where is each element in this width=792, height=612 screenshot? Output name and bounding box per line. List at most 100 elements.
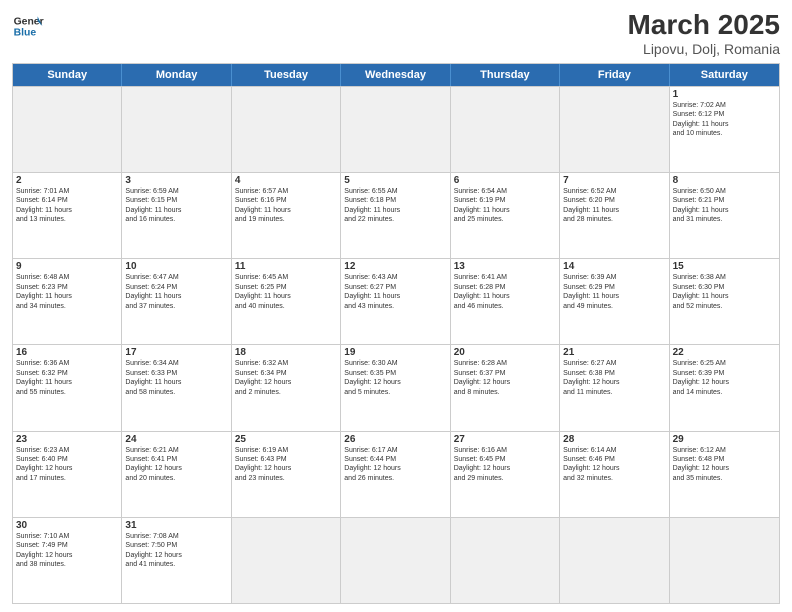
day-info: Sunrise: 6:45 AM Sunset: 6:25 PM Dayligh… (235, 273, 337, 311)
day-number: 29 (673, 434, 776, 445)
day-info: Sunrise: 6:32 AM Sunset: 6:34 PM Dayligh… (235, 359, 337, 397)
day-info: Sunrise: 6:57 AM Sunset: 6:16 PM Dayligh… (235, 187, 337, 225)
cal-cell: 21Sunrise: 6:27 AM Sunset: 6:38 PM Dayli… (560, 345, 669, 430)
cal-cell: 20Sunrise: 6:28 AM Sunset: 6:37 PM Dayli… (451, 345, 560, 430)
day-info: Sunrise: 6:23 AM Sunset: 6:40 PM Dayligh… (16, 446, 118, 484)
day-number: 3 (125, 175, 227, 186)
cal-cell: 27Sunrise: 6:16 AM Sunset: 6:45 PM Dayli… (451, 432, 560, 517)
day-number: 4 (235, 175, 337, 186)
day-number: 26 (344, 434, 446, 445)
week-row-2: 2Sunrise: 7:01 AM Sunset: 6:14 PM Daylig… (13, 172, 779, 258)
cal-cell: 26Sunrise: 6:17 AM Sunset: 6:44 PM Dayli… (341, 432, 450, 517)
header-day-thursday: Thursday (451, 64, 560, 86)
day-info: Sunrise: 6:30 AM Sunset: 6:35 PM Dayligh… (344, 359, 446, 397)
header: General Blue March 2025 Lipovu, Dolj, Ro… (12, 10, 780, 57)
day-number: 12 (344, 261, 446, 272)
day-number: 30 (16, 520, 118, 531)
day-number: 9 (16, 261, 118, 272)
cal-cell: 23Sunrise: 6:23 AM Sunset: 6:40 PM Dayli… (13, 432, 122, 517)
cal-cell: 22Sunrise: 6:25 AM Sunset: 6:39 PM Dayli… (670, 345, 779, 430)
day-info: Sunrise: 6:14 AM Sunset: 6:46 PM Dayligh… (563, 446, 665, 484)
day-info: Sunrise: 6:16 AM Sunset: 6:45 PM Dayligh… (454, 446, 556, 484)
day-number: 6 (454, 175, 556, 186)
cal-cell: 9Sunrise: 6:48 AM Sunset: 6:23 PM Daylig… (13, 259, 122, 344)
week-row-6: 30Sunrise: 7:10 AM Sunset: 7:49 PM Dayli… (13, 517, 779, 603)
day-number: 23 (16, 434, 118, 445)
week-row-1: 1Sunrise: 7:02 AM Sunset: 6:12 PM Daylig… (13, 86, 779, 172)
cal-cell (122, 87, 231, 172)
day-number: 28 (563, 434, 665, 445)
cal-cell: 16Sunrise: 6:36 AM Sunset: 6:32 PM Dayli… (13, 345, 122, 430)
day-info: Sunrise: 7:01 AM Sunset: 6:14 PM Dayligh… (16, 187, 118, 225)
day-info: Sunrise: 6:48 AM Sunset: 6:23 PM Dayligh… (16, 273, 118, 311)
day-number: 10 (125, 261, 227, 272)
cal-cell: 14Sunrise: 6:39 AM Sunset: 6:29 PM Dayli… (560, 259, 669, 344)
cal-cell: 11Sunrise: 6:45 AM Sunset: 6:25 PM Dayli… (232, 259, 341, 344)
day-number: 17 (125, 347, 227, 358)
day-number: 5 (344, 175, 446, 186)
header-day-wednesday: Wednesday (341, 64, 450, 86)
day-number: 8 (673, 175, 776, 186)
day-info: Sunrise: 6:12 AM Sunset: 6:48 PM Dayligh… (673, 446, 776, 484)
calendar-header: SundayMondayTuesdayWednesdayThursdayFrid… (13, 64, 779, 86)
day-info: Sunrise: 6:52 AM Sunset: 6:20 PM Dayligh… (563, 187, 665, 225)
cal-cell: 31Sunrise: 7:08 AM Sunset: 7:50 PM Dayli… (122, 518, 231, 603)
day-info: Sunrise: 7:02 AM Sunset: 6:12 PM Dayligh… (673, 101, 776, 139)
day-info: Sunrise: 6:47 AM Sunset: 6:24 PM Dayligh… (125, 273, 227, 311)
logo: General Blue (12, 10, 44, 42)
svg-text:Blue: Blue (14, 28, 37, 39)
cal-cell: 13Sunrise: 6:41 AM Sunset: 6:28 PM Dayli… (451, 259, 560, 344)
week-row-4: 16Sunrise: 6:36 AM Sunset: 6:32 PM Dayli… (13, 344, 779, 430)
day-number: 31 (125, 520, 227, 531)
cal-cell (232, 518, 341, 603)
day-number: 18 (235, 347, 337, 358)
day-number: 25 (235, 434, 337, 445)
cal-cell (560, 87, 669, 172)
month-title: March 2025 (627, 10, 780, 41)
cal-cell: 15Sunrise: 6:38 AM Sunset: 6:30 PM Dayli… (670, 259, 779, 344)
header-day-saturday: Saturday (670, 64, 779, 86)
day-info: Sunrise: 6:28 AM Sunset: 6:37 PM Dayligh… (454, 359, 556, 397)
cal-cell: 2Sunrise: 7:01 AM Sunset: 6:14 PM Daylig… (13, 173, 122, 258)
day-number: 14 (563, 261, 665, 272)
day-number: 27 (454, 434, 556, 445)
page: General Blue March 2025 Lipovu, Dolj, Ro… (0, 0, 792, 612)
header-day-tuesday: Tuesday (232, 64, 341, 86)
day-info: Sunrise: 6:39 AM Sunset: 6:29 PM Dayligh… (563, 273, 665, 311)
cal-cell: 18Sunrise: 6:32 AM Sunset: 6:34 PM Dayli… (232, 345, 341, 430)
cal-cell: 25Sunrise: 6:19 AM Sunset: 6:43 PM Dayli… (232, 432, 341, 517)
cal-cell: 19Sunrise: 6:30 AM Sunset: 6:35 PM Dayli… (341, 345, 450, 430)
day-info: Sunrise: 6:27 AM Sunset: 6:38 PM Dayligh… (563, 359, 665, 397)
day-info: Sunrise: 6:38 AM Sunset: 6:30 PM Dayligh… (673, 273, 776, 311)
header-day-monday: Monday (122, 64, 231, 86)
day-number: 13 (454, 261, 556, 272)
subtitle: Lipovu, Dolj, Romania (627, 41, 780, 57)
header-day-sunday: Sunday (13, 64, 122, 86)
day-info: Sunrise: 6:59 AM Sunset: 6:15 PM Dayligh… (125, 187, 227, 225)
day-number: 11 (235, 261, 337, 272)
cal-cell: 8Sunrise: 6:50 AM Sunset: 6:21 PM Daylig… (670, 173, 779, 258)
cal-cell: 6Sunrise: 6:54 AM Sunset: 6:19 PM Daylig… (451, 173, 560, 258)
cal-cell: 5Sunrise: 6:55 AM Sunset: 6:18 PM Daylig… (341, 173, 450, 258)
header-day-friday: Friday (560, 64, 669, 86)
week-row-3: 9Sunrise: 6:48 AM Sunset: 6:23 PM Daylig… (13, 258, 779, 344)
logo-icon: General Blue (12, 10, 44, 42)
day-info: Sunrise: 6:34 AM Sunset: 6:33 PM Dayligh… (125, 359, 227, 397)
day-info: Sunrise: 6:25 AM Sunset: 6:39 PM Dayligh… (673, 359, 776, 397)
cal-cell: 30Sunrise: 7:10 AM Sunset: 7:49 PM Dayli… (13, 518, 122, 603)
day-number: 7 (563, 175, 665, 186)
title-block: March 2025 Lipovu, Dolj, Romania (627, 10, 780, 57)
day-info: Sunrise: 6:21 AM Sunset: 6:41 PM Dayligh… (125, 446, 227, 484)
cal-cell: 24Sunrise: 6:21 AM Sunset: 6:41 PM Dayli… (122, 432, 231, 517)
cal-cell: 28Sunrise: 6:14 AM Sunset: 6:46 PM Dayli… (560, 432, 669, 517)
cal-cell (451, 87, 560, 172)
cal-cell (451, 518, 560, 603)
cal-cell: 29Sunrise: 6:12 AM Sunset: 6:48 PM Dayli… (670, 432, 779, 517)
day-number: 2 (16, 175, 118, 186)
cal-cell: 7Sunrise: 6:52 AM Sunset: 6:20 PM Daylig… (560, 173, 669, 258)
day-info: Sunrise: 7:08 AM Sunset: 7:50 PM Dayligh… (125, 532, 227, 570)
week-row-5: 23Sunrise: 6:23 AM Sunset: 6:40 PM Dayli… (13, 431, 779, 517)
day-number: 24 (125, 434, 227, 445)
cal-cell (341, 518, 450, 603)
cal-cell (232, 87, 341, 172)
